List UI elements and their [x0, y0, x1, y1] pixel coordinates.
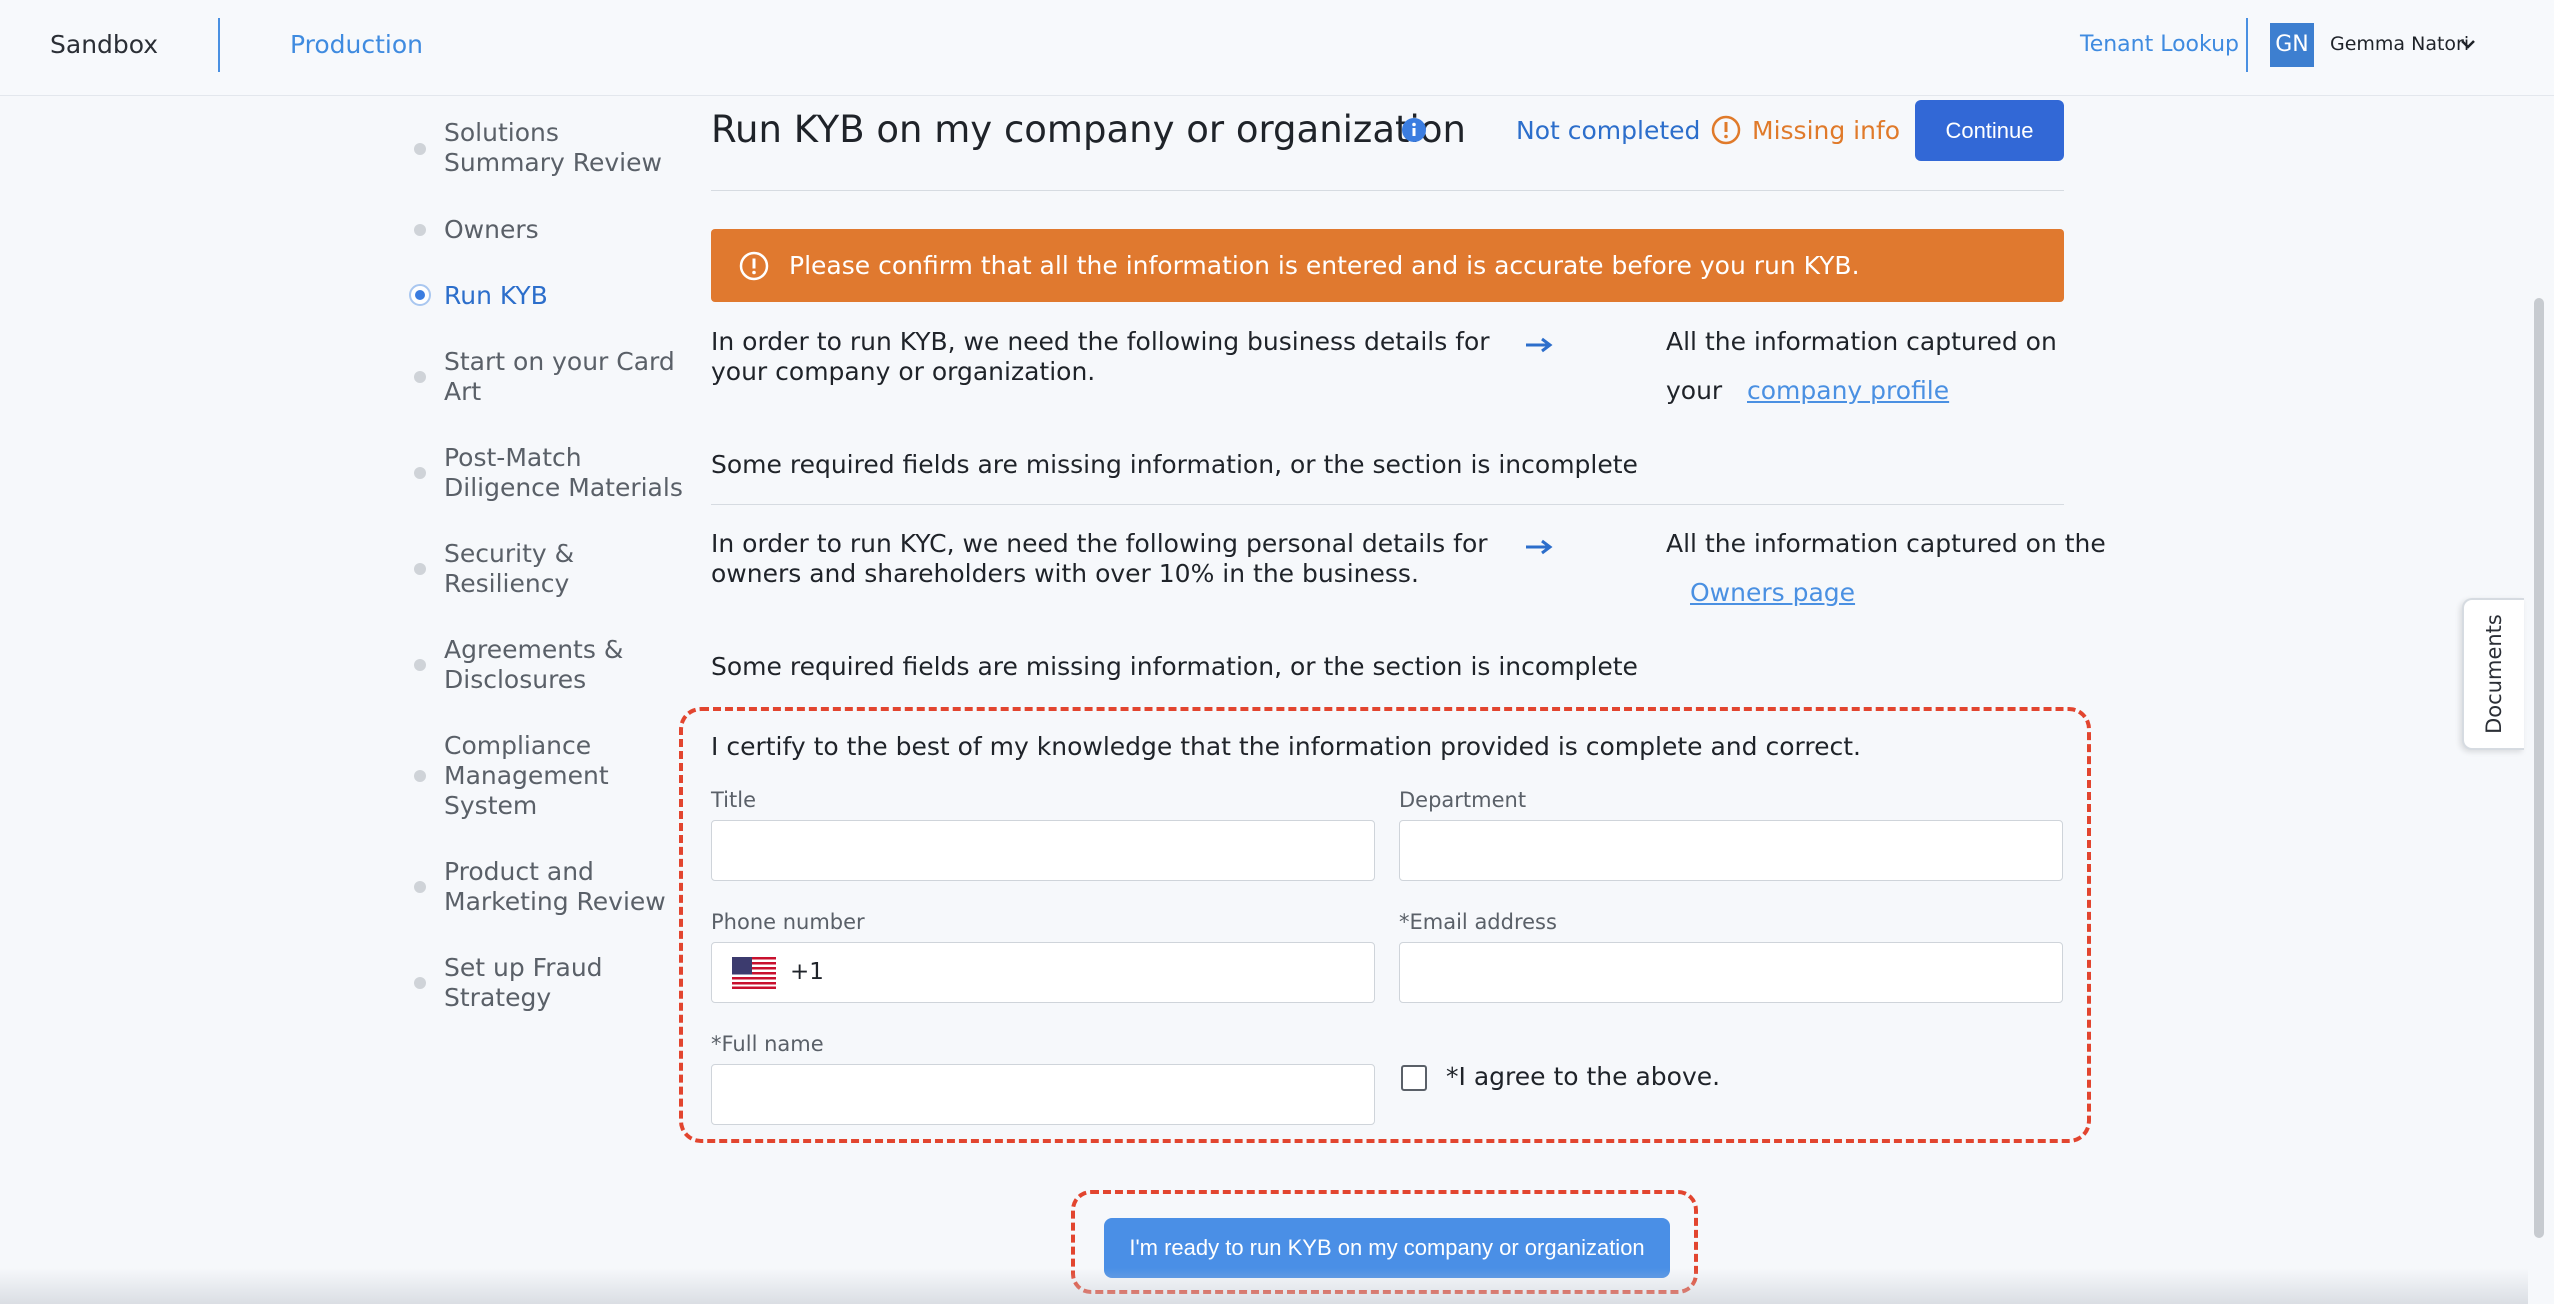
- sidebar-item-compliance-management[interactable]: Compliance Management System: [444, 731, 684, 821]
- sidebar-dot: [414, 467, 426, 479]
- phone-country-code: +1: [790, 959, 824, 985]
- warning-alert: Please confirm that all the information …: [711, 229, 2064, 302]
- sidebar-item-product-marketing-review[interactable]: Product and Marketing Review: [444, 857, 684, 917]
- kyb-captured-text: All the information captured on: [1666, 327, 2057, 356]
- kyb-missing-text: Some required fields are missing informa…: [711, 450, 1638, 479]
- sidebar-item-agreements-disclosures[interactable]: Agreements & Disclosures: [444, 635, 684, 695]
- top-bar: Sandbox Production Tenant Lookup GN Gemm…: [0, 0, 2554, 96]
- sidebar-dot: [414, 224, 426, 236]
- status-badge: Not completed: [1516, 116, 1701, 145]
- agree-label[interactable]: *I agree to the above.: [1446, 1062, 1720, 1091]
- title-input[interactable]: [711, 820, 1375, 881]
- sidebar-dot: [414, 371, 426, 383]
- env-tab-production[interactable]: Production: [290, 30, 423, 59]
- sidebar-dot: [414, 143, 426, 155]
- sidebar-item-owners[interactable]: Owners: [444, 215, 684, 245]
- missing-info-indicator: Missing info: [1710, 114, 1900, 146]
- arrow-right-icon: [1526, 539, 1553, 555]
- kyb-captured-text-2: your: [1666, 376, 1723, 405]
- sidebar-item-run-kyb[interactable]: Run KYB: [444, 281, 684, 311]
- sidebar-dot: [414, 881, 426, 893]
- continue-button[interactable]: Continue: [1915, 100, 2064, 161]
- agree-checkbox[interactable]: [1401, 1065, 1427, 1091]
- sidebar-dot: [414, 977, 426, 989]
- scrollbar-thumb[interactable]: [2534, 298, 2544, 1238]
- sidebar-dot: [414, 659, 426, 671]
- documents-tab[interactable]: Documents: [2462, 598, 2524, 750]
- page-title: Run KYB on my company or organization: [711, 108, 1466, 151]
- kyc-requirement-text: In order to run KYC, we need the followi…: [711, 529, 1488, 588]
- sidebar-item-solutions-summary-review[interactable]: Solutions Summary Review: [444, 118, 684, 178]
- warning-circle-icon: [1711, 115, 1741, 145]
- divider: [711, 190, 2064, 191]
- kyc-missing-text: Some required fields are missing informa…: [711, 652, 1638, 681]
- user-menu-name[interactable]: Gemma Natori: [2330, 33, 2469, 55]
- sidebar-item-security-resiliency[interactable]: Security & Resiliency: [444, 539, 684, 599]
- sidebar-item-fraud-strategy[interactable]: Set up Fraud Strategy: [444, 953, 684, 1013]
- sidebar-item-post-match-diligence[interactable]: Post-Match Diligence Materials: [444, 443, 684, 503]
- sidebar-dot-active: [409, 284, 431, 306]
- alert-icon: [739, 251, 769, 281]
- kyb-requirement-text: In order to run KYB, we need the followi…: [711, 327, 1490, 386]
- avatar[interactable]: GN: [2270, 23, 2314, 67]
- info-icon[interactable]: [1402, 118, 1426, 142]
- sidebar-dot: [414, 563, 426, 575]
- documents-tab-label: Documents: [2482, 614, 2506, 734]
- phone-label: Phone number: [711, 910, 865, 934]
- sidebar-item-card-art[interactable]: Start on your Card Art: [444, 347, 684, 407]
- env-tab-sandbox[interactable]: Sandbox: [50, 30, 158, 59]
- chevron-down-icon[interactable]: [2458, 34, 2478, 54]
- missing-info-label: Missing info: [1752, 115, 1901, 145]
- header-divider: [2246, 18, 2248, 72]
- full-name-label: *Full name: [711, 1032, 824, 1056]
- owners-page-link[interactable]: Owners page: [1690, 578, 1855, 607]
- alert-message: Please confirm that all the information …: [789, 251, 1860, 280]
- bottom-shadow: [0, 1268, 2528, 1304]
- email-input[interactable]: [1399, 942, 2063, 1003]
- divider: [711, 504, 2064, 505]
- arrow-right-icon: [1526, 337, 1553, 353]
- env-divider: [218, 18, 220, 72]
- sidebar-dot: [414, 770, 426, 782]
- title-label: Title: [711, 788, 757, 812]
- us-flag-icon[interactable]: [732, 957, 776, 989]
- tenant-lookup-link[interactable]: Tenant Lookup: [2080, 32, 2239, 57]
- full-name-input[interactable]: [711, 1064, 1375, 1125]
- kyc-captured-text: All the information captured on the: [1666, 529, 2106, 558]
- department-label: Department: [1399, 788, 1527, 812]
- certification-statement: I certify to the best of my knowledge th…: [711, 732, 1861, 761]
- phone-input[interactable]: +1: [711, 942, 1375, 1003]
- company-profile-link[interactable]: company profile: [1747, 376, 1949, 405]
- department-input[interactable]: [1399, 820, 2063, 881]
- email-label: *Email address: [1399, 910, 1557, 934]
